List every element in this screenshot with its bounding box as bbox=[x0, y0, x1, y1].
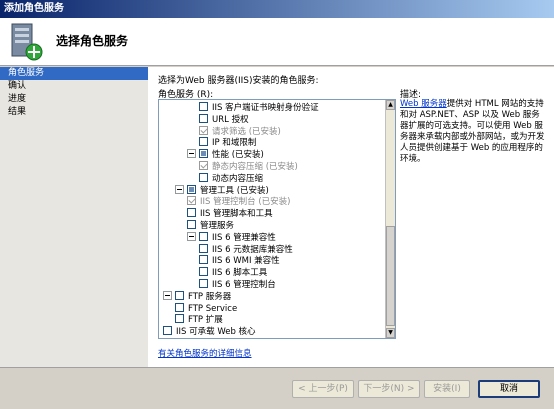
tree-item-label: FTP 扩展 bbox=[188, 315, 223, 326]
wizard-footer: < 上一步(P) 下一步(N) > 安装(I) 取消 bbox=[0, 367, 554, 409]
checkbox[interactable] bbox=[199, 243, 208, 253]
nav-item-role-services[interactable]: 角色服务 bbox=[0, 67, 148, 80]
main-panel: 选择为Web 服务器(IIS)安装的角色服务: 角色服务 (R): ▲ ▼ II… bbox=[148, 67, 554, 367]
checkbox[interactable] bbox=[199, 231, 208, 241]
tree-item-label: IP 和域限制 bbox=[212, 138, 257, 149]
checkbox[interactable] bbox=[187, 220, 196, 229]
tree-item[interactable]: IP 和域限制 bbox=[199, 137, 256, 149]
tree-item-label: 管理工具 (已安装) bbox=[200, 185, 269, 196]
cancel-button[interactable]: 取消 bbox=[478, 380, 540, 398]
wizard-nav: 角色服务 确认 进度 结果 bbox=[0, 67, 148, 367]
description-text: Web 服务器提供对 HTML 网站的支持和对 ASP.NET、ASP 以及 W… bbox=[400, 99, 548, 165]
checkbox[interactable] bbox=[187, 208, 196, 218]
checkbox[interactable] bbox=[175, 314, 184, 324]
tree-item[interactable]: IIS 6 管理兼容性 bbox=[187, 231, 276, 244]
checkbox[interactable] bbox=[199, 149, 208, 159]
tree-item-label: IIS 管理脚本和工具 bbox=[200, 209, 273, 220]
tree-item-label: IIS 6 管理控制台 bbox=[212, 280, 276, 290]
checkbox[interactable] bbox=[199, 125, 208, 135]
role-services-tree[interactable]: ▲ ▼ IIS 客户端证书映射身份验证 URL 授权 请求筛选 (已安装) IP 和域… bbox=[158, 99, 396, 339]
tree-item[interactable]: IIS 管理控制台 (已安装) bbox=[187, 196, 290, 208]
tree-item-label: IIS 6 脚本工具 bbox=[212, 268, 268, 279]
server-add-icon bbox=[11, 23, 43, 61]
tree-item[interactable]: 管理工具 (已安装) bbox=[175, 184, 269, 197]
web-server-link[interactable]: Web 服务器 bbox=[400, 99, 447, 109]
tree-item-label: FTP 服务器 bbox=[188, 291, 232, 302]
tree-item[interactable]: IIS 客户端证书映射身份验证 bbox=[199, 102, 319, 114]
tree-item-label: IIS 6 管理兼容性 bbox=[212, 232, 276, 243]
install-button[interactable]: 安装(I) bbox=[424, 380, 470, 398]
tree-item-label: IIS 6 WMI 兼容性 bbox=[212, 256, 280, 267]
tree-item-label: IIS 6 元数据库兼容性 bbox=[212, 244, 293, 255]
nav-item-progress[interactable]: 进度 bbox=[0, 93, 148, 106]
tree-scrollbar[interactable]: ▲ ▼ bbox=[385, 100, 395, 338]
checkbox[interactable] bbox=[199, 172, 208, 182]
tree-item[interactable]: 管理服务 bbox=[187, 220, 234, 232]
checkbox[interactable] bbox=[163, 326, 172, 336]
scroll-up-icon[interactable]: ▲ bbox=[386, 100, 395, 110]
collapse-icon[interactable] bbox=[187, 231, 196, 241]
tree-item[interactable]: URL 授权 bbox=[199, 113, 249, 126]
tree-item-label: 性能 (已安装) bbox=[212, 150, 264, 161]
checkbox[interactable] bbox=[187, 184, 196, 194]
page-title: 选择角色服务 bbox=[56, 34, 129, 48]
tree-item[interactable]: IIS 可承载 Web 核心 bbox=[163, 326, 256, 338]
tree-item[interactable]: IIS 管理脚本和工具 bbox=[187, 208, 273, 220]
tree-item[interactable]: 动态内容压缩 bbox=[199, 172, 264, 185]
tree-item-label: IIS 客户端证书映射身份验证 bbox=[212, 103, 319, 113]
checkbox[interactable] bbox=[175, 290, 184, 300]
tree-item-label: IIS 管理控制台 (已安装) bbox=[200, 197, 291, 208]
tree-item-label: FTP Service bbox=[188, 303, 238, 314]
nav-item-confirm[interactable]: 确认 bbox=[0, 80, 148, 93]
scroll-down-icon[interactable]: ▼ bbox=[386, 328, 395, 338]
checkbox[interactable] bbox=[199, 137, 208, 147]
tree-item[interactable]: IIS 6 元数据库兼容性 bbox=[199, 243, 293, 256]
back-button[interactable]: < 上一步(P) bbox=[292, 380, 354, 398]
wizard-header: 选择角色服务 bbox=[0, 18, 554, 66]
next-button[interactable]: 下一步(N) > bbox=[358, 380, 420, 398]
checkbox[interactable] bbox=[199, 113, 208, 123]
nav-item-results[interactable]: 结果 bbox=[0, 106, 148, 119]
prompt-text: 选择为Web 服务器(IIS)安装的角色服务: bbox=[158, 76, 319, 86]
tree-item[interactable]: IIS 6 WMI 兼容性 bbox=[199, 255, 280, 267]
checkbox[interactable] bbox=[199, 255, 208, 265]
tree-item-label: IIS 可承载 Web 核心 bbox=[176, 327, 256, 338]
tree-item[interactable]: FTP Service bbox=[175, 302, 238, 315]
scroll-thumb[interactable] bbox=[386, 226, 395, 326]
tree-item[interactable]: 静态内容压缩 (已安装) bbox=[199, 161, 298, 173]
checkbox[interactable] bbox=[175, 302, 184, 312]
tree-item-label: 动态内容压缩 bbox=[212, 173, 264, 184]
tree-item-label: 静态内容压缩 (已安装) bbox=[212, 162, 298, 172]
collapse-icon[interactable] bbox=[163, 290, 172, 300]
collapse-icon[interactable] bbox=[175, 184, 184, 194]
tree-item[interactable]: 请求筛选 (已安装) bbox=[199, 125, 281, 138]
tree-item[interactable]: FTP 服务器 bbox=[163, 290, 232, 303]
checkbox[interactable] bbox=[199, 267, 208, 277]
checkbox[interactable] bbox=[199, 161, 208, 170]
tree-item[interactable]: FTP 扩展 bbox=[175, 314, 223, 326]
checkbox[interactable] bbox=[199, 279, 208, 288]
tree-item-label: 请求筛选 (已安装) bbox=[212, 126, 281, 137]
window-titlebar: 添加角色服务 bbox=[0, 0, 554, 18]
tree-item-label: URL 授权 bbox=[212, 114, 249, 125]
more-info-link[interactable]: 有关角色服务的详细信息 bbox=[158, 347, 252, 359]
tree-item[interactable]: IIS 6 脚本工具 bbox=[199, 267, 267, 279]
checkbox[interactable] bbox=[187, 196, 196, 206]
tree-item[interactable]: 性能 (已安装) bbox=[187, 149, 264, 161]
tree-item-label: 管理服务 bbox=[200, 221, 235, 231]
checkbox[interactable] bbox=[199, 102, 208, 111]
collapse-icon[interactable] bbox=[187, 149, 196, 159]
tree-item[interactable]: IIS 6 管理控制台 bbox=[199, 279, 276, 291]
